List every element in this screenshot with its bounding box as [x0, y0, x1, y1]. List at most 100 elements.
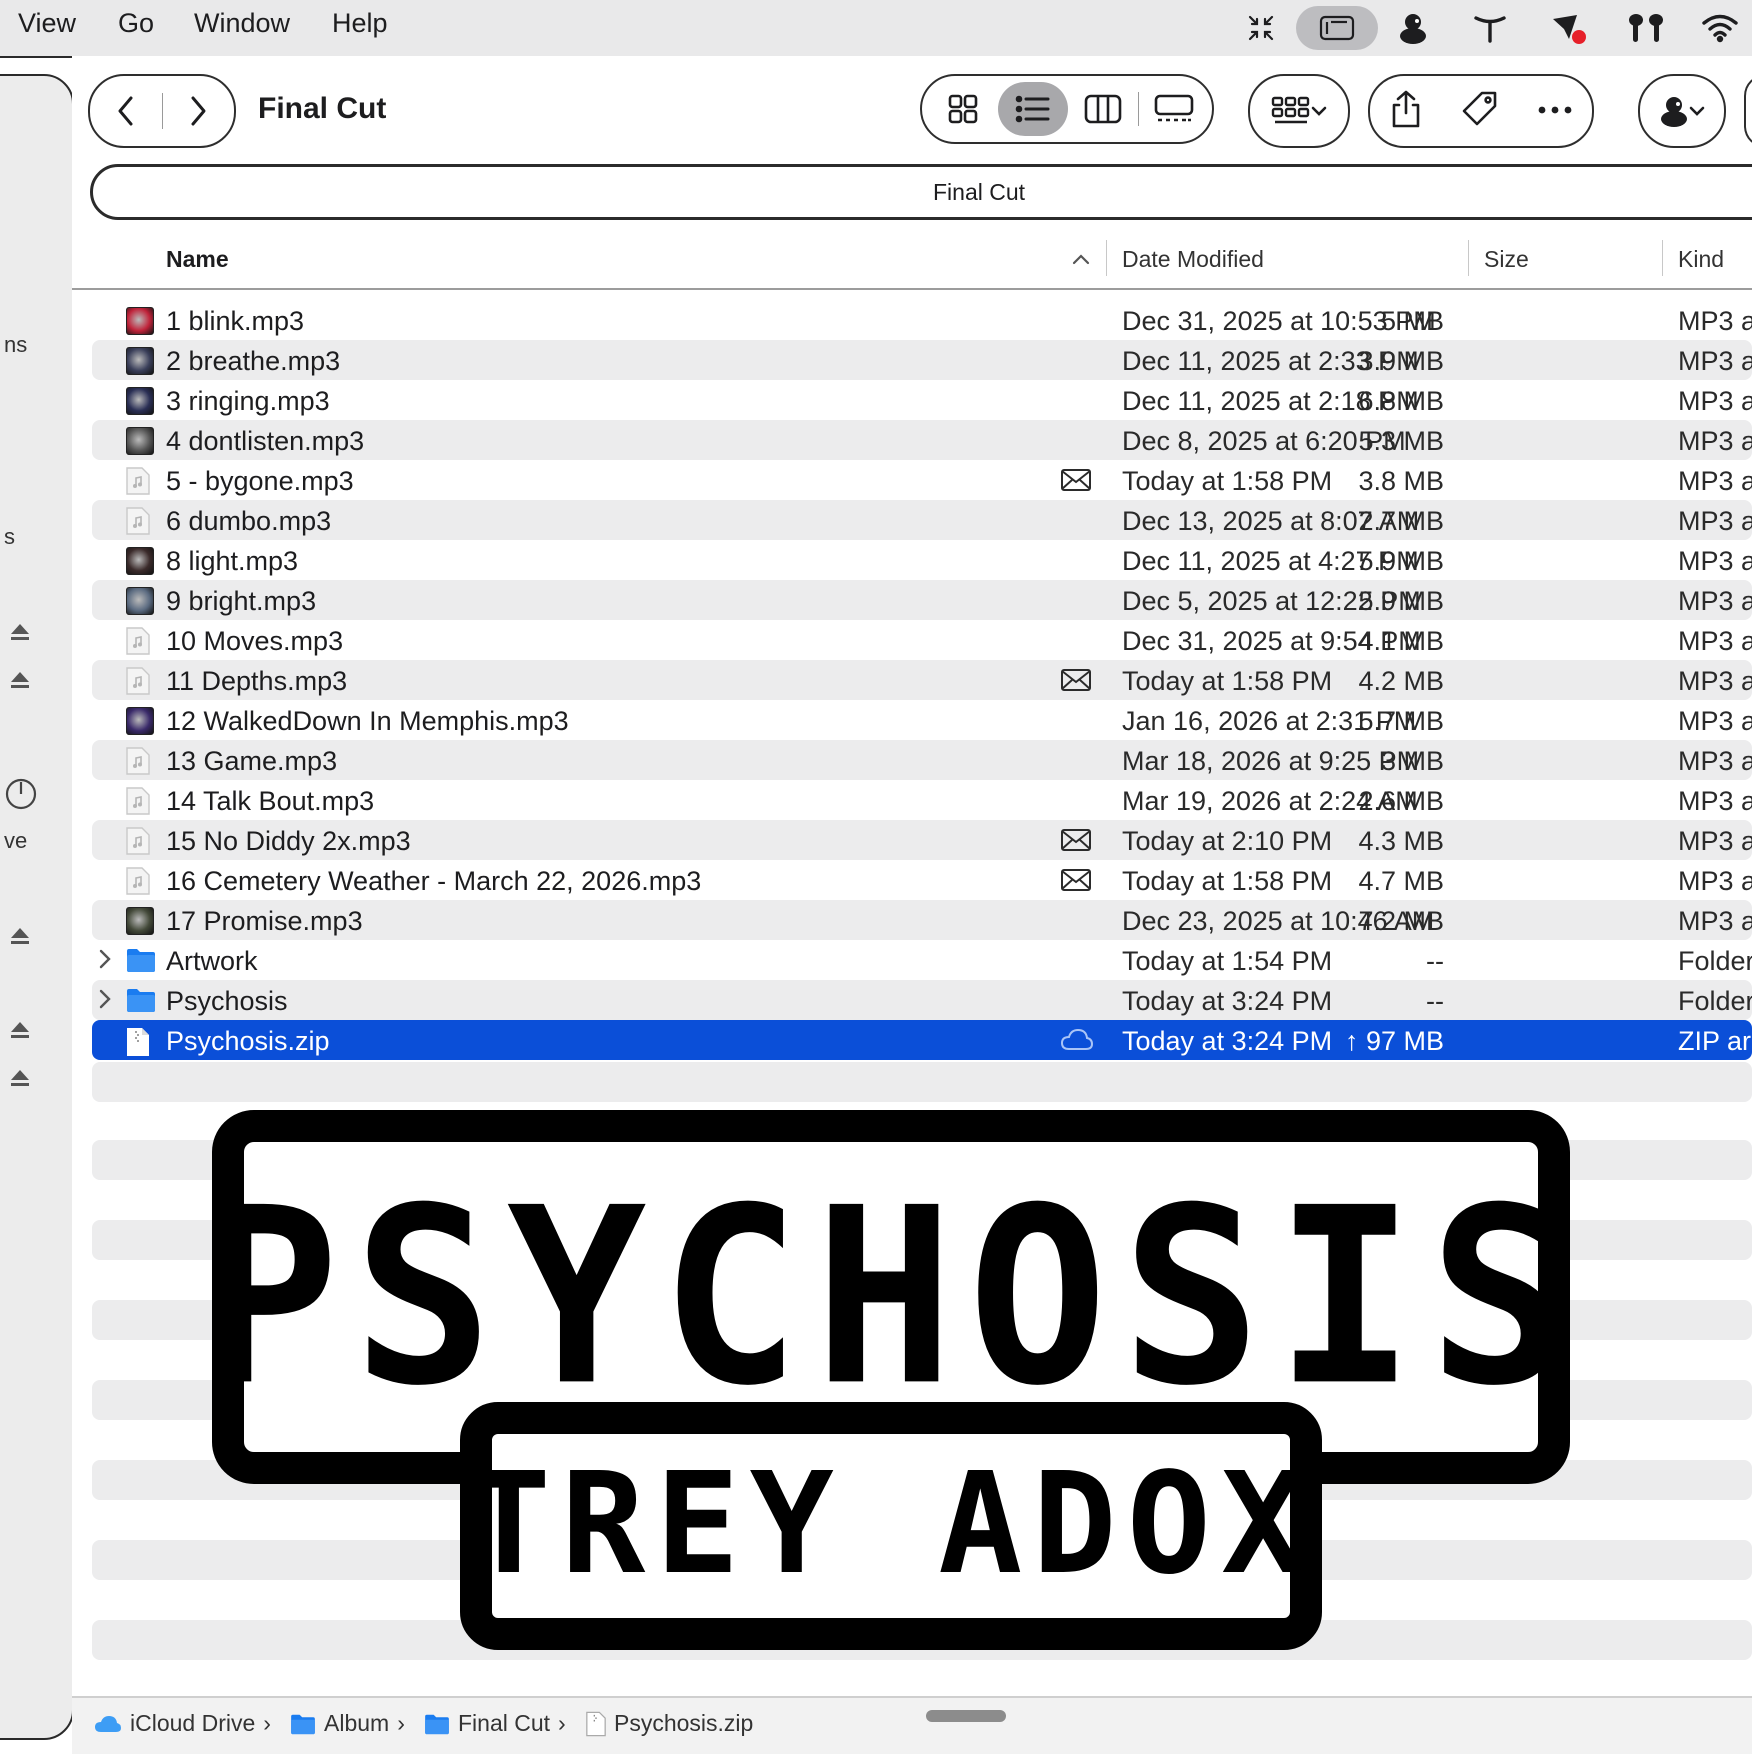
menu-help[interactable]: Help — [332, 8, 388, 39]
wifi-icon[interactable] — [1700, 6, 1740, 50]
sidebar-fragment[interactable]: ve — [4, 828, 27, 854]
date-modified: Today at 1:54 PM — [1122, 946, 1333, 976]
cloud-icon[interactable] — [1060, 1028, 1094, 1057]
column-divider[interactable] — [1106, 240, 1107, 276]
agent-icon[interactable] — [1472, 6, 1508, 50]
menu-view[interactable]: View — [18, 8, 76, 39]
breadcrumb-album[interactable]: Album › — [290, 1710, 405, 1737]
disclosure-chevron-icon[interactable] — [98, 988, 112, 1015]
table-row[interactable]: 2 breathe.mp3 Dec 11, 2025 at 2:33 PM 3.9 … — [92, 340, 1752, 380]
sidebar-fragment[interactable]: s — [4, 524, 15, 550]
date-modified: Today at 1:58 PM — [1122, 466, 1333, 496]
folder-row-psychosis[interactable]: Psychosis Today at 3:24 PM -- Folder — [92, 980, 1752, 1020]
table-row[interactable]: 1 blink.mp3 Dec 31, 2025 at 10:53 PM 5 MB M… — [92, 300, 1752, 340]
sidebar-fragment[interactable]: ns — [4, 332, 27, 358]
progress-ring-icon[interactable] — [5, 778, 37, 815]
table-row[interactable]: 6 dumbo.mp3 Dec 13, 2025 at 8:07 AM 2.7 MB… — [92, 500, 1752, 540]
album-art-thumbnail — [126, 427, 154, 455]
icon-view-button[interactable] — [928, 82, 998, 136]
mail-icon[interactable] — [1060, 828, 1092, 857]
folder-row-artwork[interactable]: Artwork Today at 1:54 PM -- Folder — [92, 940, 1752, 980]
file-name: Artwork — [166, 946, 258, 976]
disclosure-chevron-icon[interactable] — [98, 948, 112, 975]
table-row[interactable]: 16 Cemetery Weather - March 22, 2026.mp3… — [92, 860, 1752, 900]
file-size: 5.9 MB — [1358, 586, 1444, 616]
actions-group — [1368, 74, 1594, 148]
table-row[interactable]: 9 bright.mp3 Dec 5, 2025 at 12:22 PM 5.9 M… — [92, 580, 1752, 620]
forward-button[interactable] — [163, 76, 235, 146]
column-header-kind[interactable]: Kind — [1678, 246, 1724, 273]
eject-icon[interactable] — [10, 670, 30, 695]
breadcrumb-label: Psychosis.zip — [614, 1710, 754, 1736]
menu-go[interactable]: Go — [118, 8, 154, 39]
file-name: 1 blink.mp3 — [166, 306, 305, 336]
file-list: 1 blink.mp3 Dec 31, 2025 at 10:53 PM 5 MB M… — [92, 300, 1752, 1060]
file-kind: MP3 a — [1678, 466, 1752, 496]
eject-icon[interactable] — [10, 622, 30, 647]
breadcrumb-icloud[interactable]: iCloud Drive › — [94, 1710, 271, 1737]
mail-icon[interactable] — [1060, 468, 1092, 497]
breadcrumb-label: Final Cut — [458, 1710, 551, 1736]
cursor-badge-icon[interactable] — [1548, 6, 1588, 50]
column-header-date[interactable]: Date Modified — [1122, 246, 1264, 273]
profile-menu-button[interactable] — [1638, 74, 1726, 148]
gallery-view-button[interactable] — [1139, 82, 1209, 136]
search-button[interactable] — [1744, 74, 1752, 148]
file-size: ↑ 97 MB — [1344, 1026, 1444, 1056]
eject-icon[interactable] — [10, 1068, 30, 1093]
more-button[interactable] — [1537, 102, 1573, 120]
breadcrumb-final-cut[interactable]: Final Cut › — [424, 1710, 566, 1737]
back-button[interactable] — [90, 76, 162, 146]
table-row[interactable]: 5 - bygone.mp3 Today at 1:58 PM 3.8 MB MP3 … — [92, 460, 1752, 500]
artwork-artist: TREY ADOX — [467, 1443, 1316, 1606]
file-size: 4.3 MB — [1358, 826, 1444, 856]
list-view-button[interactable] — [998, 82, 1068, 136]
column-header-size[interactable]: Size — [1484, 246, 1529, 273]
column-view-button[interactable] — [1068, 82, 1138, 136]
table-row[interactable]: 14 Talk Bout.mp3 Mar 19, 2026 at 2:24 AM 2… — [92, 780, 1752, 820]
file-name: Psychosis.zip — [166, 1026, 330, 1056]
collapse-icon[interactable] — [1244, 6, 1278, 50]
user-avatar-icon[interactable] — [1396, 6, 1430, 50]
table-row[interactable]: 3 ringing.mp3 Dec 11, 2025 at 2:18 PM 6.8 … — [92, 380, 1752, 420]
chevron-right-icon: › — [397, 1710, 405, 1736]
sort-ascending-icon[interactable] — [1072, 252, 1090, 270]
file-kind: MP3 a — [1678, 786, 1752, 816]
breadcrumb-zip[interactable]: Psychosis.zip — [586, 1710, 753, 1737]
file-name: 14 Talk Bout.mp3 — [166, 786, 375, 816]
stage-manager-icon[interactable] — [1296, 6, 1378, 50]
table-row[interactable]: 13 Game.mp3 Mar 18, 2026 at 9:25 PM 3 MB MP… — [92, 740, 1752, 780]
column-header-name[interactable]: Name — [166, 246, 229, 273]
path-bar[interactable]: Final Cut — [90, 164, 1752, 220]
menu-window[interactable]: Window — [194, 8, 290, 39]
eject-icon[interactable] — [10, 1020, 30, 1045]
resize-handle[interactable] — [926, 1710, 1006, 1722]
file-size: 3.8 MB — [1358, 466, 1444, 496]
table-row[interactable]: 11 Depths.mp3 Today at 1:58 PM 4.2 MB MP3 a — [92, 660, 1752, 700]
table-row-selected[interactable]: Psychosis.zip Today at 3:24 PM ↑ 97 MB Z… — [92, 1020, 1752, 1060]
eject-icon[interactable] — [10, 926, 30, 951]
table-row[interactable]: 15 No Diddy 2x.mp3 Today at 2:10 PM 4.3 MB… — [92, 820, 1752, 860]
share-button[interactable] — [1389, 89, 1423, 134]
column-divider[interactable] — [1662, 240, 1663, 276]
tag-button[interactable] — [1461, 90, 1499, 133]
artwork-title: PSYCHOSIS — [212, 1156, 1570, 1440]
file-size: 5 MB — [1380, 306, 1444, 336]
file-size: -- — [1426, 946, 1444, 976]
table-row[interactable]: 8 light.mp3 Dec 11, 2025 at 4:27 PM 5.9 MB… — [92, 540, 1752, 580]
file-name: 13 Game.mp3 — [166, 746, 338, 776]
table-row[interactable]: 4 dontlisten.mp3 Dec 8, 2025 at 6:20 PM 5.… — [92, 420, 1752, 460]
file-kind: MP3 a — [1678, 506, 1752, 536]
airpods-icon[interactable] — [1626, 6, 1666, 50]
table-row[interactable]: 17 Promise.mp3 Dec 23, 2025 at 10:46 AM 7.… — [92, 900, 1752, 940]
table-row[interactable]: 10 Moves.mp3 Dec 31, 2025 at 9:54 PM 4.1 M… — [92, 620, 1752, 660]
column-divider[interactable] — [1468, 240, 1469, 276]
mail-icon[interactable] — [1060, 868, 1092, 897]
group-by-button[interactable] — [1248, 74, 1350, 148]
mail-icon[interactable] — [1060, 668, 1092, 697]
table-row[interactable]: 12 WalkedDown In Memphis.mp3 Jan 16, 2026… — [92, 700, 1752, 740]
file-name: 12 WalkedDown In Memphis.mp3 — [166, 706, 569, 736]
file-kind: MP3 a — [1678, 666, 1752, 696]
audio-file-icon — [126, 667, 152, 695]
group-grid-icon — [1271, 96, 1310, 124]
